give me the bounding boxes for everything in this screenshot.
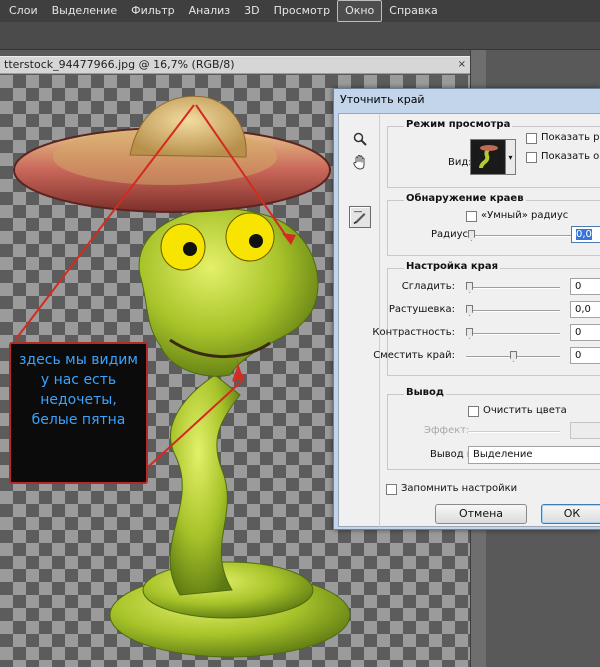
decontaminate-colors-label: Очистить цвета [483, 405, 567, 416]
refine-edge-dialog: Уточнить край Режим просмотра Вид: ▾ Пок… [333, 88, 600, 530]
tool-divider [379, 114, 380, 528]
output-title: Вывод [404, 387, 446, 398]
menu-help[interactable]: Справка [382, 1, 444, 21]
ok-button[interactable]: ОК [541, 504, 600, 524]
decontaminate-colors-checkbox[interactable] [468, 406, 479, 417]
menu-select[interactable]: Выделение [45, 1, 125, 21]
dialog-tools [341, 118, 379, 528]
close-icon[interactable]: × [458, 57, 466, 73]
contrast-input[interactable]: 0 [570, 324, 600, 341]
output-group: Вывод Очистить цвета Эффект: Вывод в: Вы… [387, 387, 600, 470]
radius-label: Радиус: [431, 229, 472, 240]
show-radius-checkbox[interactable] [526, 133, 537, 144]
hand-tool-button[interactable] [349, 151, 371, 173]
smooth-input[interactable]: 0 [570, 278, 600, 295]
dialog-title[interactable]: Уточнить край [334, 89, 600, 111]
show-original-checkbox[interactable] [526, 152, 537, 163]
show-radius-label: Показать радиу [541, 132, 600, 143]
shift-edge-label: Сместить край: [373, 350, 455, 361]
contrast-slider-thumb[interactable] [466, 328, 473, 339]
snake-thumbnail-icon [473, 142, 503, 172]
document-tab[interactable]: tterstock_94477966.jpg @ 16,7% (RGB/8) × [0, 56, 470, 74]
show-original-label: Показать ориги [541, 151, 600, 162]
smart-radius-checkbox[interactable] [466, 211, 477, 222]
output-to-select[interactable]: Выделение [468, 446, 600, 464]
remember-settings-checkbox[interactable] [386, 484, 397, 495]
feather-input[interactable]: 0,0 [570, 301, 600, 318]
chevron-down-icon: ▾ [508, 152, 513, 162]
zoom-icon [353, 132, 367, 146]
remember-settings-label: Запомнить настройки [401, 483, 518, 494]
view-mode-thumbnail[interactable] [470, 139, 506, 175]
edge-detection-title: Обнаружение краев [404, 193, 526, 204]
hand-icon [353, 155, 365, 170]
menu-3d[interactable]: 3D [237, 1, 266, 21]
view-label: Вид: [448, 157, 472, 168]
adjust-edge-title: Настройка края [404, 261, 501, 272]
edge-detection-group: Обнаружение краев «Умный» радиус Радиус:… [387, 193, 600, 256]
menu-window[interactable]: Окно [337, 0, 383, 22]
document-title: tterstock_94477966.jpg @ 16,7% (RGB/8) [4, 58, 235, 71]
smooth-label: Сгладить: [401, 281, 455, 292]
dialog-body: Режим просмотра Вид: ▾ Показать радиу По… [338, 113, 600, 528]
radius-slider-thumb[interactable] [468, 230, 475, 241]
menu-analysis[interactable]: Анализ [182, 1, 238, 21]
shift-edge-slider-thumb[interactable] [510, 351, 517, 362]
smart-radius-label: «Умный» радиус [481, 210, 569, 221]
view-mode-dropdown-arrow[interactable]: ▾ [506, 139, 516, 175]
zoom-tool-button[interactable] [349, 128, 371, 150]
callout-text: здесь мы видим у нас есть недочеты, белы… [19, 352, 138, 428]
smooth-slider-thumb[interactable] [466, 282, 473, 293]
contrast-slider[interactable] [466, 328, 560, 339]
feather-label: Растушевка: [388, 304, 455, 315]
view-mode-group: Режим просмотра Вид: ▾ Показать радиу По… [387, 119, 600, 188]
menu-view[interactable]: Просмотр [267, 1, 337, 21]
radius-input[interactable]: 0,0 [571, 226, 600, 243]
feather-slider[interactable] [466, 305, 560, 316]
view-mode-title: Режим просмотра [404, 119, 513, 130]
annotation-callout: здесь мы видим у нас есть недочеты, белы… [9, 342, 148, 484]
feather-slider-thumb[interactable] [466, 305, 473, 316]
refine-radius-tool-button[interactable] [349, 206, 371, 228]
shift-edge-input[interactable]: 0 [570, 347, 600, 364]
refine-radius-brush-icon [353, 211, 366, 224]
amount-label: Эффект: [424, 425, 470, 436]
options-bar [0, 22, 600, 50]
menu-filter[interactable]: Фильтр [124, 1, 182, 21]
smooth-slider[interactable] [466, 282, 560, 293]
amount-slider [468, 428, 560, 436]
shift-edge-slider[interactable] [466, 351, 560, 362]
contrast-label: Контрастность: [372, 327, 455, 338]
menu-layers[interactable]: Слои [2, 1, 45, 21]
adjust-edge-group: Настройка края Сгладить: 0 Растушевка: 0… [372, 261, 600, 376]
menu-bar: Слои Выделение Фильтр Анализ 3D Просмотр… [0, 0, 600, 22]
amount-input [570, 422, 600, 439]
cancel-button[interactable]: Отмена [435, 504, 527, 524]
